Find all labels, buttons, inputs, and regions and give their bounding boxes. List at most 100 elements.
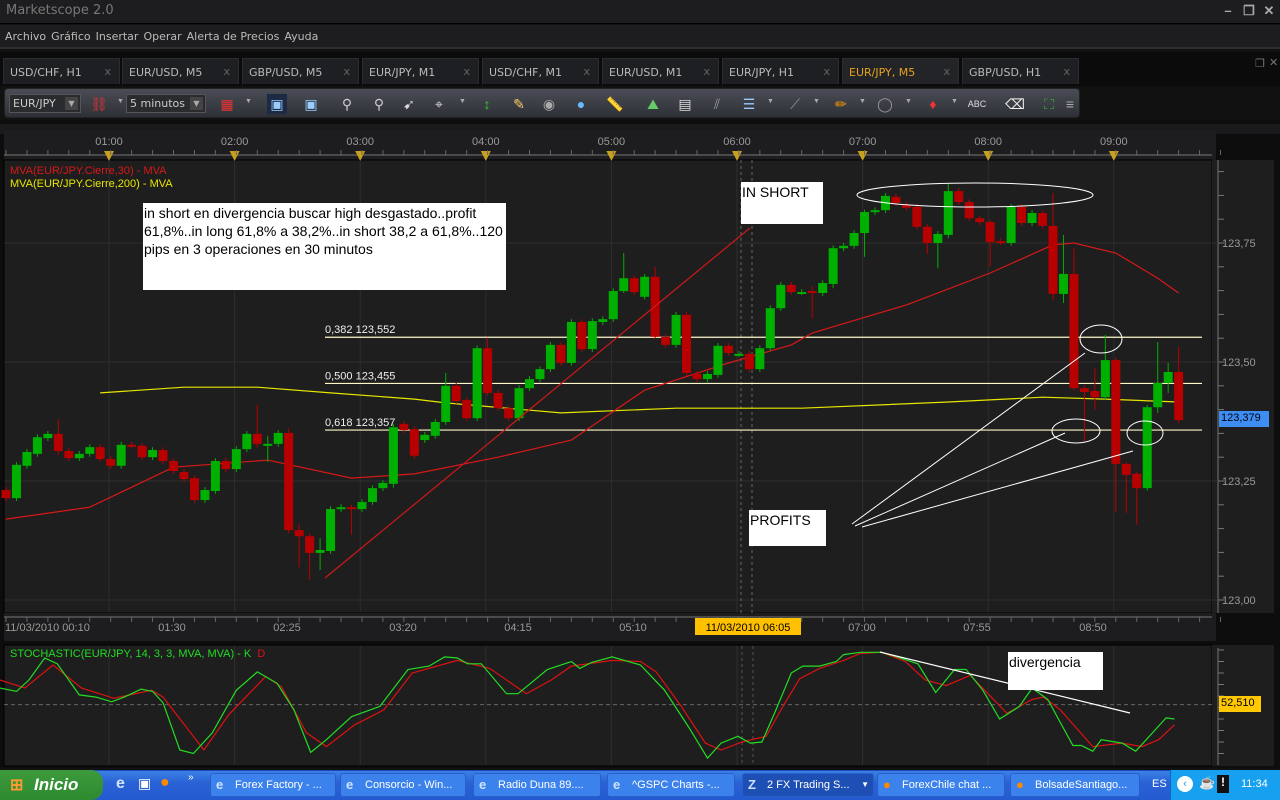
- candle-body: [786, 284, 796, 293]
- note-main[interactable]: in short en divergencia buscar high desg…: [143, 203, 506, 290]
- candle: [388, 423, 398, 488]
- candle-body: [451, 385, 461, 402]
- top-time-label: 07:00: [849, 136, 877, 148]
- candle: [640, 273, 650, 300]
- candle: [409, 426, 419, 459]
- candle-body: [43, 433, 53, 439]
- candle-body: [755, 348, 765, 370]
- candle: [32, 434, 42, 457]
- candle: [577, 319, 587, 353]
- price-label: 123,00: [1222, 595, 1256, 607]
- taskbar-item[interactable]: ● ForexChile chat ...: [877, 773, 1005, 797]
- candle-body: [1132, 473, 1142, 489]
- candle: [1142, 404, 1152, 491]
- top-time-label: 09:00: [1100, 136, 1128, 148]
- candle-body: [169, 461, 179, 472]
- taskbar-item[interactable]: ● BolsadeSantiago...: [1010, 773, 1140, 797]
- note-divergencia[interactable]: divergencia: [1008, 652, 1103, 690]
- candle-body: [347, 507, 357, 510]
- candle-body: [263, 443, 273, 446]
- candle-body: [32, 437, 42, 454]
- candle-body: [1153, 382, 1163, 408]
- candle-body: [933, 233, 943, 243]
- bottom-time-label: 08:50: [1079, 622, 1107, 634]
- candle-body: [315, 550, 325, 553]
- candle-body: [629, 278, 639, 293]
- candle-body: [399, 423, 409, 431]
- candle: [608, 288, 618, 323]
- taskbar-item-label: ^GSPC Charts -...: [632, 779, 720, 791]
- candle-body: [671, 314, 681, 345]
- candle-body: [1048, 225, 1058, 294]
- candle: [1017, 203, 1027, 226]
- top-time-label: 04:00: [472, 136, 500, 148]
- clock: 11:34: [1241, 778, 1268, 790]
- stochastic-legend: STOCHASTIC(EUR/JPY, 14, 3, 3, MVA, MVA) …: [10, 648, 265, 660]
- candle-body: [1079, 388, 1089, 392]
- note-in-short[interactable]: IN SHORT: [741, 182, 823, 224]
- current-price-badge: 123,379: [1219, 411, 1269, 427]
- start-button[interactable]: ⊞ Inicio: [0, 770, 103, 800]
- system-tray: ‹ ☕ ! 11:34: [1170, 770, 1280, 800]
- candle-body: [158, 450, 168, 462]
- candle-body: [462, 400, 472, 419]
- stochastic-level-badge: 52,510: [1219, 696, 1261, 712]
- language-indicator[interactable]: ES: [1152, 778, 1167, 790]
- candle: [367, 485, 377, 505]
- taskbar-item[interactable]: e Radio Duna 89....: [473, 773, 601, 797]
- candle-body: [1121, 463, 1131, 475]
- candle-body: [566, 322, 576, 363]
- firefox-icon: ●: [883, 777, 891, 792]
- candle-body: [210, 461, 220, 491]
- price-label: 123,25: [1222, 476, 1256, 488]
- ie-icon[interactable]: e: [116, 775, 125, 793]
- candle-body: [53, 433, 63, 452]
- taskbar-item[interactable]: e ^GSPC Charts -...: [607, 773, 735, 797]
- candle-body: [22, 451, 32, 466]
- candle-body: [640, 276, 650, 297]
- candle-body: [357, 501, 367, 510]
- candle-body: [692, 373, 702, 380]
- candle-body: [964, 202, 974, 219]
- taskbar-item-label: Forex Factory - ...: [235, 779, 322, 791]
- candle: [744, 351, 754, 372]
- candle-body: [807, 291, 817, 294]
- candle-body: [441, 385, 451, 422]
- taskbar-item[interactable]: e Forex Factory - ...: [210, 773, 336, 797]
- candle-body: [891, 196, 901, 204]
- candle-body: [744, 353, 754, 370]
- note-profits[interactable]: PROFITS: [749, 510, 826, 546]
- candle: [326, 506, 336, 554]
- candle-body: [985, 222, 995, 243]
- candle-body: [975, 218, 985, 223]
- candle: [587, 318, 597, 353]
- alert-icon[interactable]: !: [1217, 775, 1229, 793]
- candle-body: [545, 344, 555, 370]
- candle-body: [1017, 206, 1027, 224]
- candle: [11, 461, 21, 501]
- candle-body: [252, 433, 262, 444]
- candle-body: [305, 536, 315, 553]
- candle-body: [420, 434, 430, 441]
- more-quicklaunch-icon[interactable]: »: [188, 772, 194, 783]
- taskbar-item-group[interactable]: Z 2 FX Trading S... ▼: [742, 773, 874, 797]
- bottom-time-label: 02:25: [273, 622, 301, 634]
- candle-body: [11, 464, 21, 499]
- candle: [755, 345, 765, 372]
- crosshair-time-label: 11/03/2010 06:05: [706, 622, 791, 634]
- desktop-icon[interactable]: ▣: [138, 775, 151, 792]
- tray-expand-icon[interactable]: ‹: [1177, 776, 1193, 792]
- candle-body: [860, 212, 870, 234]
- candle-body: [221, 461, 231, 470]
- candle: [451, 382, 461, 404]
- candle: [22, 449, 32, 469]
- taskbar-item[interactable]: e Consorcio - Win...: [340, 773, 466, 797]
- candle-body: [996, 241, 1006, 244]
- java-icon[interactable]: ☕: [1199, 775, 1215, 791]
- top-time-label: 05:00: [598, 136, 626, 148]
- firefox-icon[interactable]: ●: [160, 774, 170, 792]
- stochastic-d-label: D: [257, 648, 266, 660]
- candle-body: [1058, 273, 1068, 294]
- candle-body: [870, 210, 880, 213]
- firefox-icon: ●: [1016, 777, 1024, 792]
